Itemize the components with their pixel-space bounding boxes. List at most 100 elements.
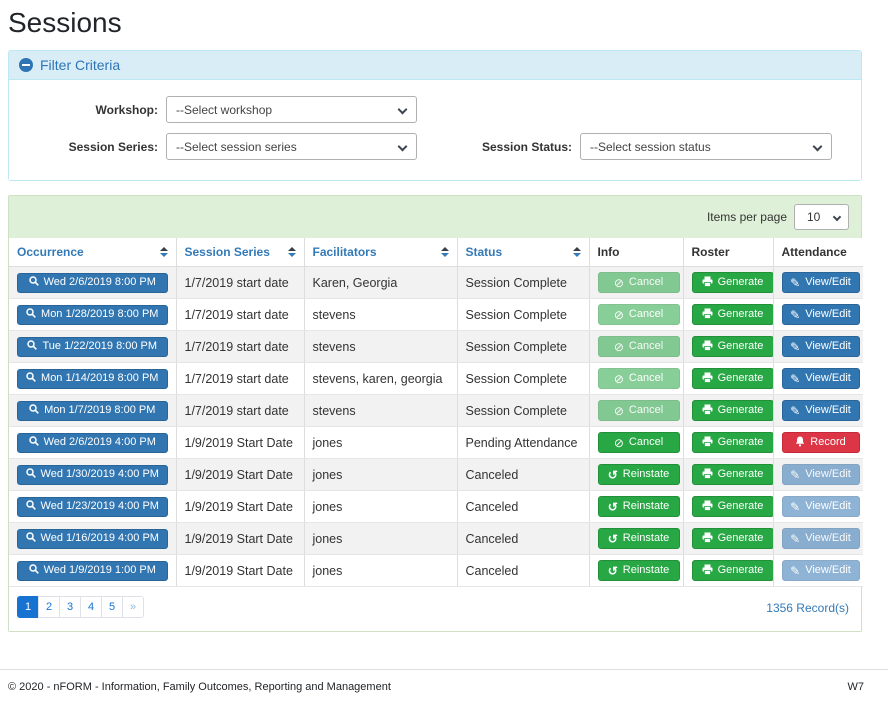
occurrence-button[interactable]: Tue 1/22/2019 8:00 PM <box>17 337 168 357</box>
occurrence-cell: Wed 2/6/2019 8:00 PM <box>9 267 176 299</box>
pagination-page-4[interactable]: 4 <box>80 596 102 618</box>
column-header-status[interactable]: Status <box>457 238 589 267</box>
occurrence-cell: Wed 1/30/2019 4:00 PM <box>9 459 176 491</box>
page-title: Sessions <box>8 7 862 39</box>
attendance-view-edit-button[interactable]: ✎View/Edit <box>782 464 860 485</box>
sessions-table: OccurrenceSession SeriesFacilitatorsStat… <box>9 238 863 587</box>
workshop-select-value: --Select workshop <box>176 103 272 117</box>
button-label: View/Edit <box>805 405 851 416</box>
session-status-label: Session Status: <box>449 140 580 154</box>
roster-generate-button[interactable]: Generate <box>692 432 774 453</box>
attendance-record-button[interactable]: Record <box>782 432 860 453</box>
attendance-view-edit-button[interactable]: ✎View/Edit <box>782 336 860 357</box>
footer-divider <box>0 669 888 670</box>
chevron-down-icon <box>398 142 408 152</box>
occurrence-button[interactable]: Wed 1/23/2019 4:00 PM <box>17 497 168 517</box>
column-header-occurrence[interactable]: Occurrence <box>9 238 176 267</box>
attendance-view-edit-button[interactable]: ✎View/Edit <box>782 400 860 421</box>
occurrence-cell: Wed 2/6/2019 4:00 PM <box>9 427 176 459</box>
search-icon <box>26 468 36 481</box>
info-reinstate-button[interactable]: ↺Reinstate <box>598 528 680 549</box>
attendance-view-edit-button[interactable]: ✎View/Edit <box>782 560 860 581</box>
info-cancel-button[interactable]: ⊘Cancel <box>598 432 680 453</box>
pencil-icon: ✎ <box>790 277 800 289</box>
status-cell: Canceled <box>457 459 589 491</box>
session-status-select[interactable]: --Select session status <box>580 133 832 160</box>
occurrence-button[interactable]: Wed 2/6/2019 4:00 PM <box>17 433 168 453</box>
info-cell: ⊘Cancel <box>589 427 683 459</box>
items-per-page-select[interactable]: 10 <box>794 204 849 230</box>
attendance-view-edit-button[interactable]: ✎View/Edit <box>782 304 860 325</box>
items-per-page-label: Items per page <box>707 210 787 224</box>
button-label: Cancel <box>629 437 663 448</box>
session-series-select[interactable]: --Select session series <box>166 133 417 160</box>
occurrence-button[interactable]: Wed 1/30/2019 4:00 PM <box>17 465 168 485</box>
filter-panel-header[interactable]: Filter Criteria <box>9 51 861 80</box>
occurrence-button[interactable]: Mon 1/28/2019 8:00 PM <box>17 305 168 325</box>
workshop-select[interactable]: --Select workshop <box>166 96 417 123</box>
table-row: Wed 2/6/2019 4:00 PM1/9/2019 Start Datej… <box>9 427 863 459</box>
pencil-icon: ✎ <box>790 533 800 545</box>
attendance-cell: ✎View/Edit <box>773 555 863 587</box>
roster-generate-button[interactable]: Generate <box>692 528 774 549</box>
roster-generate-button[interactable]: Generate <box>692 496 774 517</box>
button-label: Generate <box>718 501 764 512</box>
sort-icon <box>288 247 296 257</box>
chevron-down-icon <box>813 142 823 152</box>
status-cell: Session Complete <box>457 267 589 299</box>
occurrence-button[interactable]: Wed 2/6/2019 8:00 PM <box>17 273 168 293</box>
search-icon <box>26 532 36 545</box>
attendance-view-edit-button[interactable]: ✎View/Edit <box>782 528 860 549</box>
roster-generate-button[interactable]: Generate <box>692 336 774 357</box>
column-header-facilitators[interactable]: Facilitators <box>304 238 457 267</box>
printer-icon <box>702 372 713 386</box>
status-cell: Session Complete <box>457 363 589 395</box>
pagination-page-3[interactable]: 3 <box>59 596 81 618</box>
occurrence-button[interactable]: Mon 1/14/2019 8:00 PM <box>17 369 168 389</box>
roster-generate-button[interactable]: Generate <box>692 464 774 485</box>
session-series-cell: 1/9/2019 Start Date <box>176 523 304 555</box>
roster-generate-button[interactable]: Generate <box>692 304 774 325</box>
table-row: Wed 1/16/2019 4:00 PM 1/9/2019 Start Date… <box>9 523 863 555</box>
roster-generate-button[interactable]: Generate <box>692 368 774 389</box>
search-icon <box>29 564 39 577</box>
filter-panel: Filter Criteria Workshop: --Select works… <box>8 50 862 181</box>
occurrence-button[interactable]: Wed 1/9/2019 1:00 PM <box>17 561 168 581</box>
pagination-page-5[interactable]: 5 <box>101 596 123 618</box>
pagination-next-button[interactable]: » <box>122 596 144 618</box>
roster-generate-button[interactable]: Generate <box>692 272 774 293</box>
occurrence-button[interactable]: Wed 1/16/2019 4:00 PM <box>17 529 168 549</box>
table-row: Wed 1/9/2019 1:00 PM1/9/2019 Start Datej… <box>9 555 863 587</box>
column-label: Roster <box>692 245 730 259</box>
occurrence-button[interactable]: Mon 1/7/2019 8:00 PM <box>17 401 168 421</box>
column-header-session-series[interactable]: Session Series <box>176 238 304 267</box>
button-label: Reinstate <box>623 565 669 576</box>
occurrence-cell: Mon 1/28/2019 8:00 PM <box>9 299 176 331</box>
info-reinstate-button[interactable]: ↺Reinstate <box>598 560 680 581</box>
info-cancel-button[interactable]: ⊘Cancel <box>598 304 680 325</box>
pagination-page-2[interactable]: 2 <box>38 596 60 618</box>
info-cancel-button[interactable]: ⊘Cancel <box>598 400 680 421</box>
pencil-icon: ✎ <box>790 373 800 385</box>
session-series-cell: 1/7/2019 start date <box>176 331 304 363</box>
roster-generate-button[interactable]: Generate <box>692 400 774 421</box>
roster-generate-button[interactable]: Generate <box>692 560 774 581</box>
pagination-page-1[interactable]: 1 <box>17 596 39 618</box>
printer-icon <box>702 532 713 546</box>
info-cancel-button[interactable]: ⊘Cancel <box>598 368 680 389</box>
attendance-view-edit-button[interactable]: ✎View/Edit <box>782 368 860 389</box>
table-row: Mon 1/14/2019 8:00 PM1/7/2019 start date… <box>9 363 863 395</box>
attendance-view-edit-button[interactable]: ✎View/Edit <box>782 496 860 517</box>
occurrence-cell: Wed 1/9/2019 1:00 PM <box>9 555 176 587</box>
filter-panel-title: Filter Criteria <box>40 57 120 73</box>
info-reinstate-button[interactable]: ↺Reinstate <box>598 464 680 485</box>
record-count: 1356 Record(s) <box>766 601 849 615</box>
info-reinstate-button[interactable]: ↺Reinstate <box>598 496 680 517</box>
info-cell: ⊘Cancel <box>589 395 683 427</box>
info-cancel-button[interactable]: ⊘Cancel <box>598 336 680 357</box>
roster-cell: Generate <box>683 267 773 299</box>
search-icon <box>26 372 36 385</box>
button-label: Wed 1/23/2019 4:00 PM <box>41 501 159 512</box>
attendance-view-edit-button[interactable]: ✎View/Edit <box>782 272 860 293</box>
info-cancel-button[interactable]: ⊘Cancel <box>598 272 680 293</box>
